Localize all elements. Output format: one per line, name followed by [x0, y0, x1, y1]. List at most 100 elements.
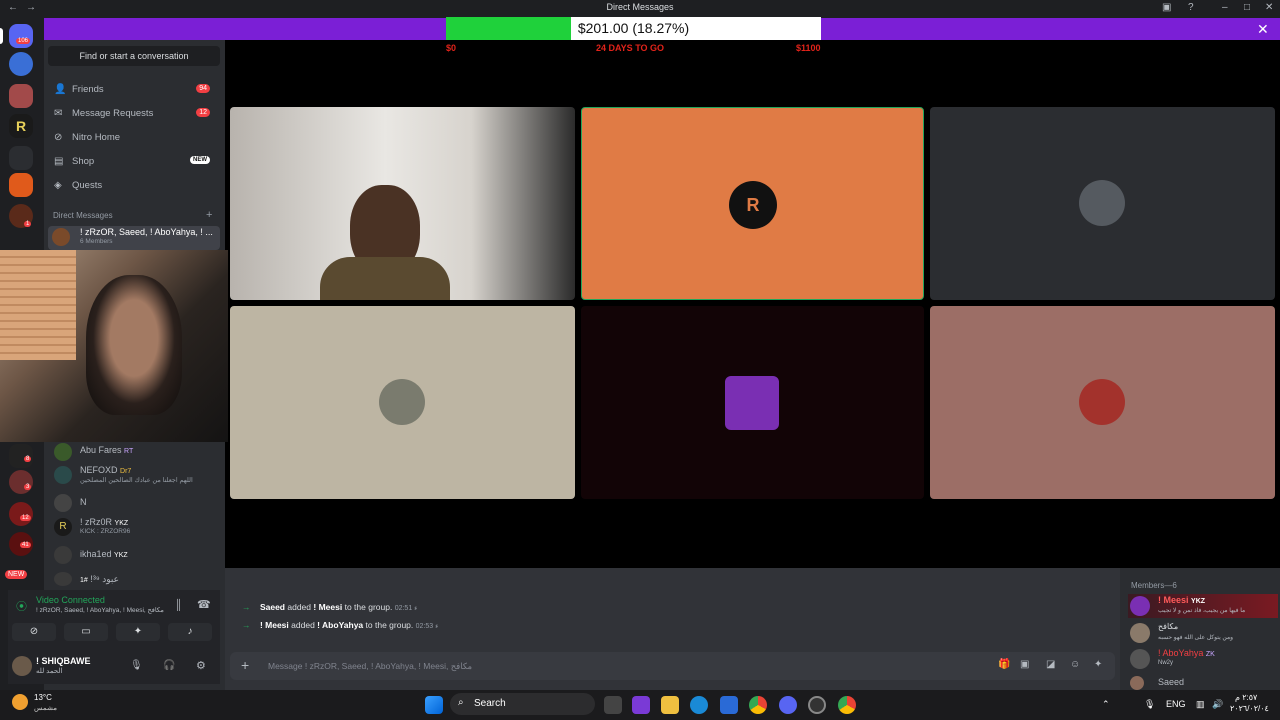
edge-icon[interactable]	[690, 696, 708, 714]
dm-item[interactable]: N	[52, 492, 222, 516]
video-tile[interactable]	[581, 306, 924, 499]
store-icon[interactable]	[720, 696, 738, 714]
inbox-icon[interactable]: ▣	[1162, 2, 1171, 13]
back-arrow-icon[interactable]: ←	[8, 2, 18, 13]
sidebar-item-label: Shop	[72, 156, 95, 167]
tray-chevron-icon[interactable]: ⌃	[1102, 699, 1110, 710]
message-timestamp: 02:53 ﺀ	[415, 623, 439, 630]
add-attachment-icon[interactable]: +	[241, 657, 249, 673]
dm-item[interactable]: عبود ³⁹! #1	[52, 570, 222, 586]
member-item[interactable]: مكافح ومن يتوكل على الله فهو حسبه	[1128, 621, 1278, 645]
username[interactable]: ! SHIQBAWE	[36, 656, 91, 666]
network-icon[interactable]: ▥	[1196, 699, 1205, 710]
sidebar-item-quests[interactable]: ◈ Quests	[54, 176, 214, 196]
chrome-profile-icon[interactable]	[838, 696, 856, 714]
headphones-icon[interactable]: 🎧	[163, 660, 175, 671]
close-icon[interactable]: ✕	[1257, 21, 1269, 38]
input-language[interactable]: ENG	[1166, 699, 1186, 709]
participant-avatar	[1079, 180, 1125, 226]
chrome-icon[interactable]	[749, 696, 767, 714]
dm-item[interactable]: R ! zRz0R YKZ KICK : ZRZOR96	[52, 516, 222, 540]
obs-icon[interactable]	[808, 696, 826, 714]
task-view-icon[interactable]	[604, 696, 622, 714]
clock-date[interactable]: ٢٠٢٦/٠٢/٠٤	[1230, 704, 1269, 713]
message-requests-badge: 12	[196, 108, 210, 117]
camera-off-button[interactable]: ⊘	[12, 623, 56, 641]
server-icon[interactable]: R	[9, 114, 33, 138]
clock-time[interactable]: ٢:٥٧ م	[1235, 693, 1257, 702]
voice-channel[interactable]: ! zRzOR, Saeed, ! AboYahya, ! Meesi, مكا…	[36, 606, 164, 614]
server-icon[interactable]	[9, 84, 33, 108]
avatar	[54, 494, 72, 512]
message-target[interactable]: ! Meesi	[313, 602, 342, 612]
video-tile[interactable]	[930, 306, 1275, 499]
create-dm-icon[interactable]: +	[206, 209, 212, 221]
video-tile[interactable]	[230, 306, 575, 499]
taskbar-search-input[interactable]	[450, 693, 595, 715]
dm-tag: Dr7	[120, 468, 132, 475]
avatar[interactable]	[12, 656, 32, 676]
member-item[interactable]: ! Meesi YKZ ما فيها من يجيب، فاذ تمن و ل…	[1128, 594, 1278, 618]
server-icon[interactable]	[9, 52, 33, 76]
dm-item[interactable]: ikha1ed YKZ	[52, 544, 222, 568]
search-icon: ⌕	[458, 697, 464, 708]
dm-item[interactable]: NEFOXD Dr7 اللهم اجعلنا من عبادك الصالحي…	[52, 464, 222, 488]
member-item[interactable]: ! AboYahya ZK Nw2y	[1128, 647, 1278, 671]
soundboard-button[interactable]: ♪	[168, 623, 212, 641]
video-tile[interactable]	[930, 107, 1275, 300]
video-tile-camera[interactable]	[230, 107, 575, 300]
forward-arrow-icon[interactable]: →	[26, 2, 36, 13]
disconnect-icon[interactable]: ☎	[197, 598, 211, 611]
activities-button[interactable]: ✦	[116, 623, 160, 641]
apps-icon[interactable]: ✦	[1094, 659, 1102, 670]
sidebar-item-message-requests[interactable]: ✉ Message Requests 12	[54, 104, 214, 124]
gif-icon[interactable]: ▣	[1020, 659, 1029, 670]
tray-mic-icon[interactable]: 🎙	[1144, 699, 1155, 710]
dm-name: ikha1ed YKZ	[80, 549, 128, 559]
video-tile-speaking[interactable]: R	[581, 107, 924, 300]
server-icon[interactable]	[9, 470, 33, 494]
minimize-icon[interactable]: –	[1222, 2, 1228, 13]
help-icon[interactable]: ?	[1188, 2, 1194, 13]
donation-min-label: $0	[446, 43, 457, 53]
sidebar-item-label: Message Requests	[72, 108, 154, 119]
member-item[interactable]: Saeed	[1128, 674, 1278, 690]
sidebar-item-shop[interactable]: ▤ Shop NEW	[54, 152, 214, 172]
folder-icon[interactable]	[9, 146, 33, 170]
shop-new-badge: NEW	[190, 156, 210, 164]
sidebar-item-friends[interactable]: 👤 Friends 94	[54, 80, 214, 100]
screen-share-button[interactable]: ▭	[64, 623, 108, 641]
search-conversation-input[interactable]: Find or start a conversation	[48, 46, 220, 66]
discord-taskbar-icon[interactable]	[779, 696, 797, 714]
weather-temp[interactable]: 13°C	[34, 693, 52, 702]
sidebar-item-nitro[interactable]: ⊘ Nitro Home	[54, 128, 214, 148]
windows-start-icon[interactable]	[425, 696, 443, 714]
server-icon[interactable]	[9, 173, 33, 197]
weather-sun-icon[interactable]	[12, 694, 28, 710]
volume-icon[interactable]: 🔊	[1212, 699, 1223, 710]
message-target[interactable]: ! AboYahya	[317, 620, 363, 630]
voice-status[interactable]: Video Connected	[36, 595, 105, 605]
maximize-icon[interactable]: □	[1244, 2, 1250, 13]
file-explorer-icon[interactable]	[661, 696, 679, 714]
emoji-icon[interactable]: ☺	[1070, 659, 1080, 670]
copilot-icon[interactable]	[632, 696, 650, 714]
member-status: ما فيها من يجيب، فاذ تمن و لا تجيب	[1158, 608, 1246, 614]
message-actor[interactable]: ! Meesi	[260, 620, 289, 630]
sticker-icon[interactable]: ◪	[1046, 659, 1055, 670]
microphone-icon[interactable]: 🎙	[130, 660, 143, 671]
dm-item[interactable]: Abu Fares RT	[52, 441, 222, 465]
participant-avatar	[379, 379, 425, 425]
noise-suppression-icon[interactable]: ║	[175, 600, 182, 611]
close-window-icon[interactable]: ✕	[1265, 2, 1273, 13]
dm-name: عبود ³⁹! #1	[80, 574, 119, 584]
participant-avatar	[725, 376, 779, 430]
gift-icon[interactable]: 🎁	[998, 659, 1010, 670]
discord-home-icon[interactable]	[9, 24, 33, 48]
dm-tag: YKZ	[114, 552, 128, 559]
message-actor[interactable]: Saeed	[260, 602, 285, 612]
server-icon[interactable]	[9, 502, 33, 526]
selected-pill	[0, 28, 3, 44]
dm-group-item[interactable]: ! zRzOR, Saeed, ! AboYahya, ! ... 6 Memb…	[48, 226, 220, 250]
settings-gear-icon[interactable]: ⚙	[196, 659, 206, 672]
